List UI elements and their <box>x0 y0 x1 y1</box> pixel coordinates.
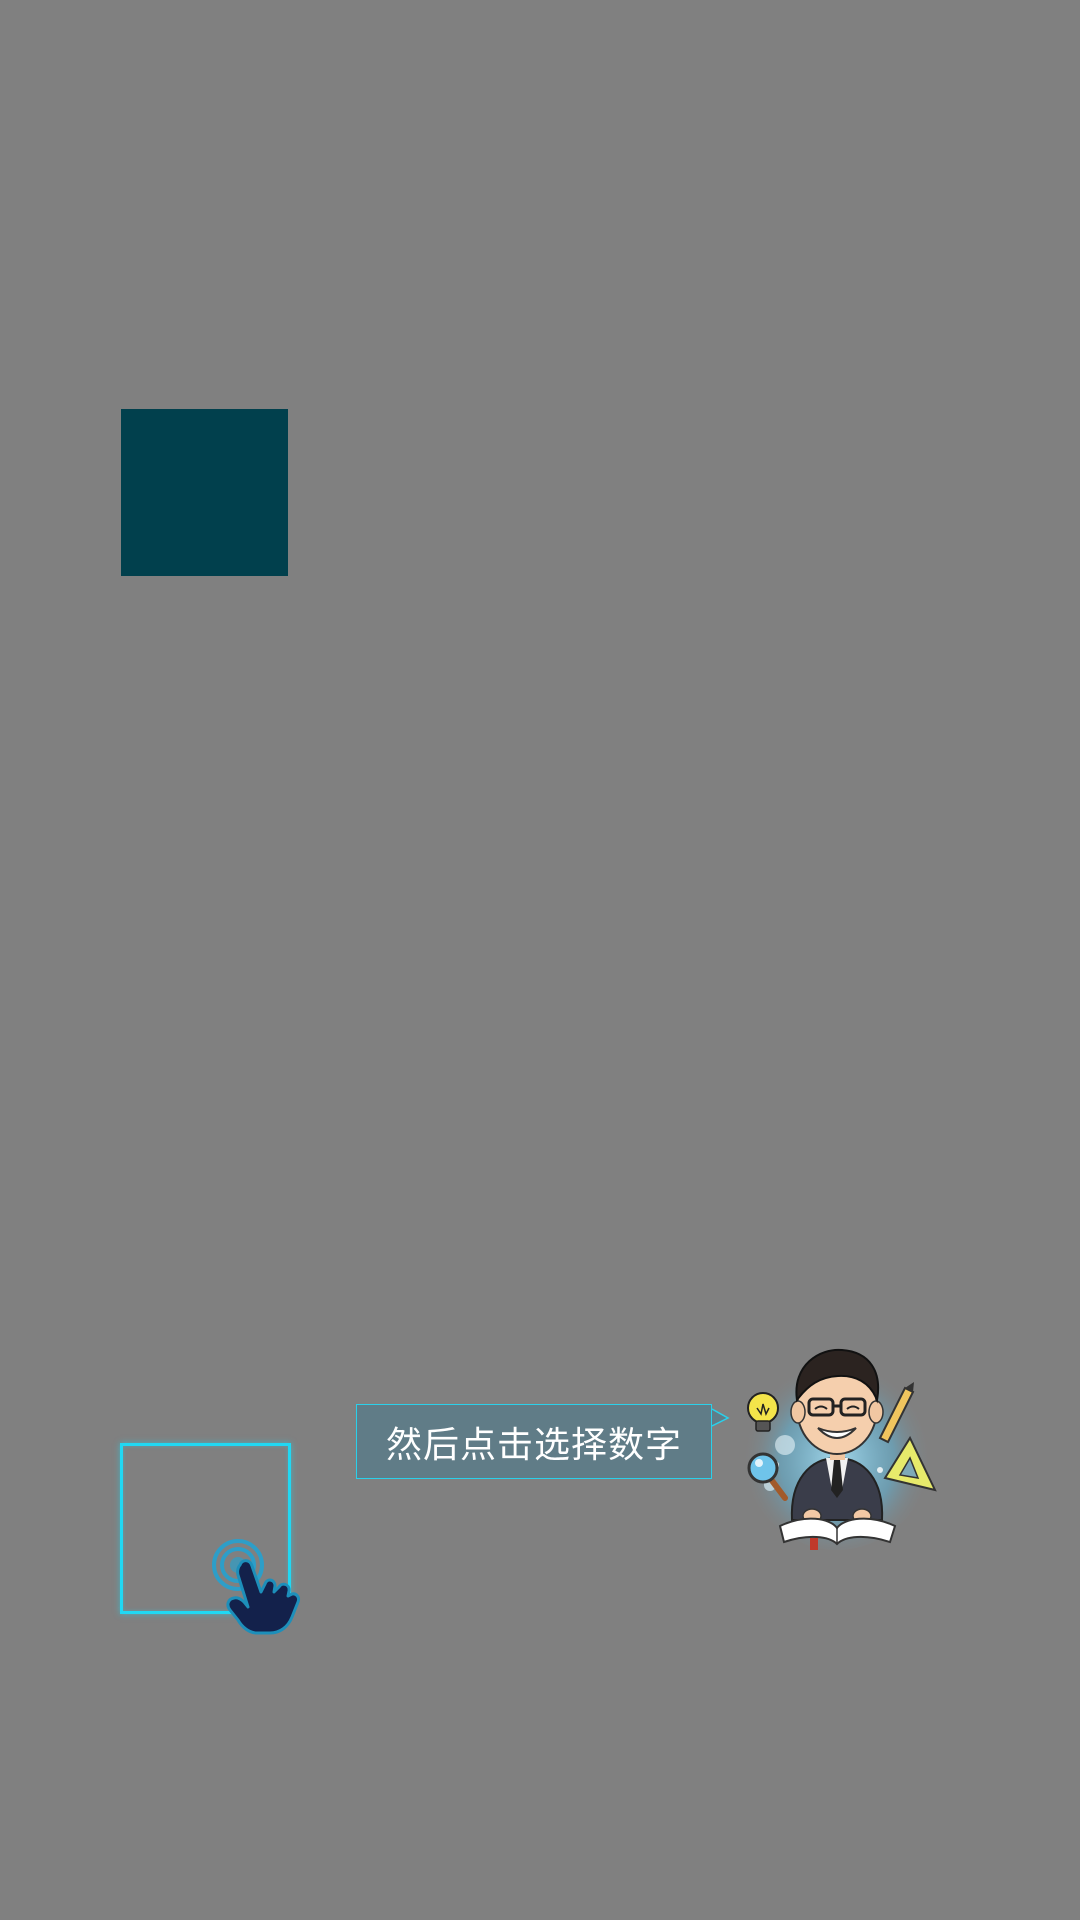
tap-hand-icon <box>212 1539 300 1635</box>
bubble-tail <box>712 1408 730 1427</box>
teacher-mascot <box>742 1348 937 1550</box>
number-tile[interactable] <box>121 409 288 576</box>
instruction-bubble: 然后点击选择数字 <box>356 1404 712 1479</box>
